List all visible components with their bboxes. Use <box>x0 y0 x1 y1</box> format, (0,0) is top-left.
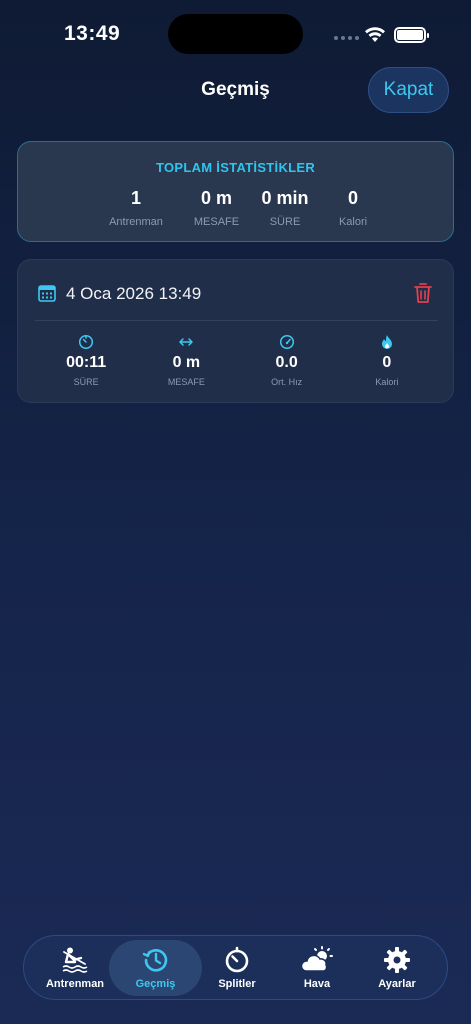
status-bar: 13:49 <box>0 0 471 64</box>
tab-splitler[interactable]: Splitler <box>192 940 282 996</box>
tab-label: Splitler <box>218 978 256 990</box>
rowing-icon <box>62 947 88 973</box>
stat-value: 0 m <box>200 188 233 208</box>
speedometer-icon <box>279 334 294 350</box>
dynamic-island <box>168 14 303 54</box>
tab-ayarlar[interactable]: Ayarlar <box>352 940 442 996</box>
metric-label: Ort. Hız <box>271 377 303 387</box>
session-metrics: 00:11 SÜRE 0 m MESAFE 0.0 Ort. Hız 0 Kal… <box>18 334 455 387</box>
metric-duration: 00:11 SÜRE <box>46 334 126 387</box>
tab-label: Ayarlar <box>378 978 416 990</box>
stat-label: MESAFE <box>193 216 240 228</box>
weather-icon <box>300 946 333 972</box>
total-stats-title: TOPLAM İSTATİSTİKLER <box>155 160 316 175</box>
close-button[interactable]: Kapat <box>368 67 449 113</box>
metric-avg-speed: 0.0 Ort. Hız <box>247 334 327 387</box>
metric-distance: 0 m MESAFE <box>146 334 226 387</box>
tab-bar: Antrenman Geçmiş Splitler Hava Ayarlar <box>23 935 448 1000</box>
metric-value: 0 m <box>172 354 201 371</box>
total-stats-row: 1 Antrenman 0 m MESAFE 0 min SÜRE 0 Kalo… <box>109 188 383 228</box>
tab-label: Hava <box>303 978 331 990</box>
session-date: 4 Oca 2026 13:49 <box>66 284 202 303</box>
stopwatch-icon <box>225 946 249 973</box>
stat-label: Antrenman <box>109 216 163 228</box>
calendar-icon <box>38 285 56 302</box>
total-stats-card: TOPLAM İSTATİSTİKLER 1 Antrenman 0 m MES… <box>17 141 454 242</box>
tab-hava[interactable]: Hava <box>272 940 362 996</box>
metric-value: 0.0 <box>275 354 298 371</box>
stat-value: 1 <box>130 188 141 208</box>
metric-calories: 0 Kalori <box>347 334 427 387</box>
stat-workouts: 1 Antrenman <box>109 188 163 228</box>
battery-icon <box>394 27 429 43</box>
session-card[interactable]: 4 Oca 2026 13:49 00:11 SÜRE 0 m MESAFE 0… <box>17 259 454 403</box>
distance-arrows-icon <box>179 338 194 346</box>
metric-label: MESAFE <box>167 377 205 387</box>
tab-label: Geçmiş <box>135 978 176 990</box>
stat-value: 0 <box>347 188 358 208</box>
metric-label: Kalori <box>375 377 399 387</box>
tab-gecmis[interactable]: Geçmiş <box>109 940 202 996</box>
stat-label: Kalori <box>338 216 368 228</box>
stat-distance: 0 m MESAFE <box>178 188 255 228</box>
trash-icon[interactable] <box>414 282 432 304</box>
flame-icon <box>381 335 392 349</box>
cellular-signal-icon <box>334 36 359 40</box>
stat-label: SÜRE <box>269 216 301 228</box>
wifi-icon <box>365 27 385 42</box>
tab-antrenman[interactable]: Antrenman <box>30 940 120 996</box>
gear-icon <box>384 947 410 973</box>
metric-value: 0 <box>382 354 392 371</box>
metric-value: 00:11 <box>66 354 107 371</box>
metric-label: SÜRE <box>73 377 99 387</box>
stat-calories: 0 Kalori <box>323 188 383 228</box>
timer-icon <box>79 334 94 350</box>
stat-duration: 0 min SÜRE <box>257 188 313 228</box>
tab-label: Antrenman <box>45 978 105 990</box>
status-time: 13:49 <box>64 22 121 45</box>
stat-value: 0 min <box>261 188 309 208</box>
divider <box>35 320 438 321</box>
history-icon <box>142 948 167 972</box>
